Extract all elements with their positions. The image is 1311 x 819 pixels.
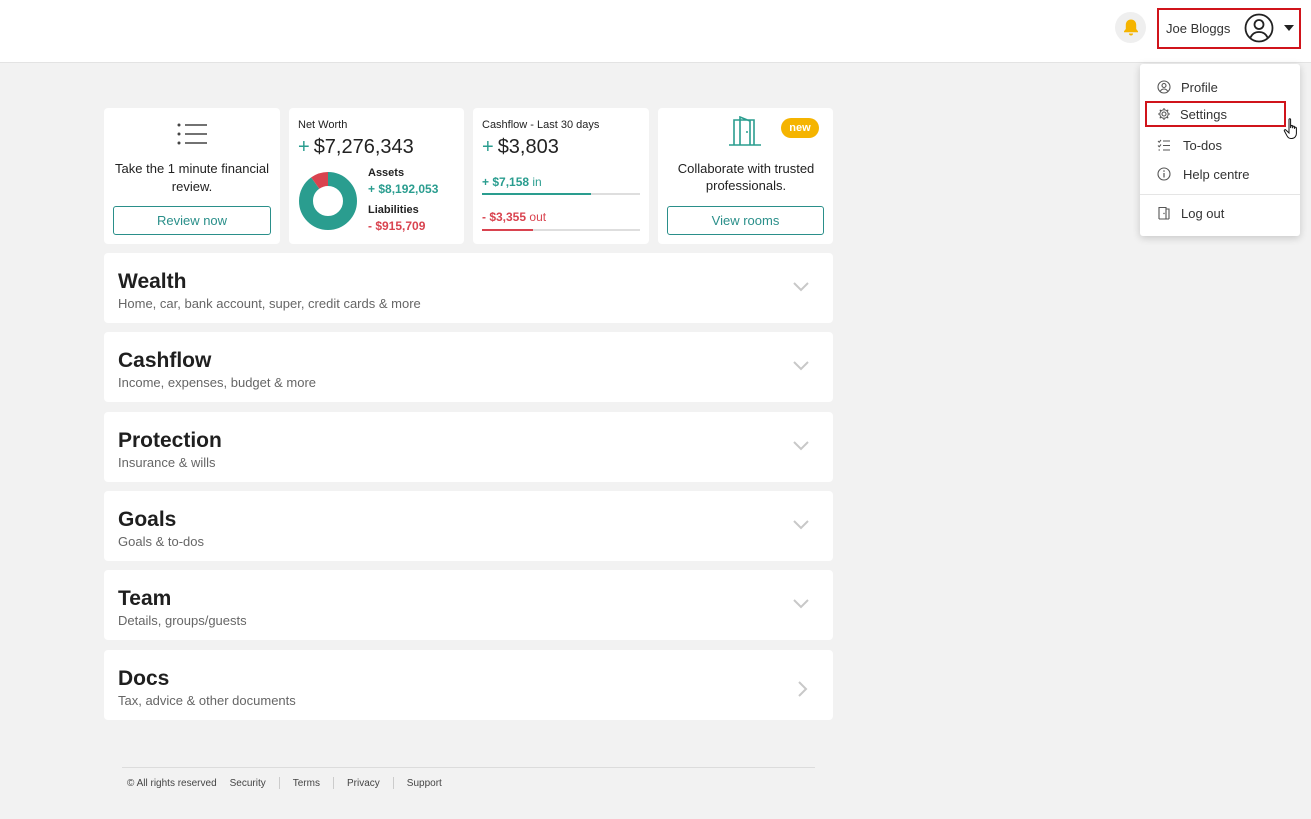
- footer-copyright: © All rights reserved: [127, 777, 217, 789]
- section-wealth[interactable]: Wealth Home, car, bank account, super, c…: [104, 253, 833, 323]
- user-dropdown-menu: Profile Settings To-dos Help centre Log …: [1140, 64, 1300, 236]
- section-subtitle: Insurance & wills: [118, 455, 216, 470]
- door-icon: [729, 116, 761, 146]
- view-rooms-button[interactable]: View rooms: [667, 206, 824, 235]
- gear-icon: [1158, 108, 1170, 120]
- review-card: Take the 1 minute financial review. Revi…: [104, 108, 280, 244]
- menu-item-label: Help centre: [1183, 167, 1250, 182]
- section-subtitle: Tax, advice & other documents: [118, 693, 296, 708]
- menu-item-profile[interactable]: Profile: [1140, 74, 1300, 100]
- footer: © All rights reserved Security Terms Pri…: [127, 777, 442, 789]
- section-subtitle: Details, groups/guests: [118, 613, 247, 628]
- footer-separator: [278, 777, 280, 789]
- menu-item-log-out[interactable]: Log out: [1140, 200, 1300, 226]
- net-worth-title: Net Worth: [298, 119, 348, 131]
- cashflow-out-value: - $3,355: [482, 210, 527, 224]
- section-team[interactable]: Team Details, groups/guests: [104, 570, 833, 640]
- section-subtitle: Goals & to-dos: [118, 534, 204, 549]
- cashflow-sign: +: [482, 136, 494, 158]
- notifications-button[interactable]: [1115, 12, 1146, 43]
- chevron-down-icon: [793, 520, 809, 530]
- cashflow-amount: $3,803: [497, 136, 559, 158]
- list-icon: [177, 123, 207, 145]
- footer-separator: [332, 777, 334, 789]
- liabilities-value: - $915,709: [368, 219, 426, 233]
- net-worth-card: Net Worth + $7,276,343 Assets + $8,192,05…: [289, 108, 464, 244]
- section-docs[interactable]: Docs Tax, advice & other documents: [104, 650, 833, 720]
- top-bar: Joe Bloggs: [0, 0, 1311, 63]
- cashflow-title: Cashflow - Last 30 days: [482, 119, 600, 131]
- review-text: Take the 1 minute financial review.: [115, 161, 269, 194]
- footer-link-support[interactable]: Support: [407, 778, 442, 789]
- rooms-card: new Collaborate with trusted professiona…: [658, 108, 833, 244]
- cashflow-in-label: in: [532, 175, 542, 189]
- net-worth-value: + $7,276,343: [298, 136, 414, 159]
- section-title: Goals: [118, 508, 177, 531]
- section-cashflow[interactable]: Cashflow Income, expenses, budget & more: [104, 332, 833, 402]
- cashflow-in-value: + $7,158: [482, 175, 530, 189]
- cashflow-in-track: [482, 193, 640, 195]
- chevron-right-icon: [798, 681, 808, 697]
- net-worth-amount: $7,276,343: [313, 136, 414, 158]
- profile-icon: [1157, 80, 1171, 94]
- net-worth-sign: +: [298, 136, 310, 158]
- section-subtitle: Home, car, bank account, super, credit c…: [118, 296, 421, 311]
- menu-item-label: Log out: [1181, 206, 1225, 221]
- info-icon: [1157, 167, 1171, 181]
- section-title: Docs: [118, 667, 170, 690]
- footer-link-terms[interactable]: Terms: [293, 778, 320, 789]
- cashflow-card: Cashflow - Last 30 days + $3,803 + $7,158…: [473, 108, 649, 244]
- footer-divider: [122, 767, 815, 768]
- chevron-down-icon: [793, 441, 809, 451]
- menu-item-help-centre[interactable]: Help centre: [1140, 161, 1300, 187]
- chevron-down-icon: [793, 599, 809, 609]
- cashflow-out-bar: [482, 229, 533, 231]
- menu-divider: [1140, 194, 1300, 195]
- user-menu-button[interactable]: Joe Bloggs: [1157, 8, 1301, 49]
- chevron-down-icon: [793, 361, 809, 371]
- section-title: Wealth: [118, 270, 187, 293]
- section-title: Team: [118, 587, 172, 610]
- section-title: Protection: [118, 429, 222, 452]
- cashflow-out-label: out: [529, 210, 547, 224]
- section-title: Cashflow: [118, 349, 212, 372]
- cashflow-out: - $3,355 out: [482, 210, 546, 224]
- assets-value: + $8,192,053: [368, 182, 439, 196]
- menu-item-label: To-dos: [1183, 138, 1223, 153]
- footer-link-privacy[interactable]: Privacy: [347, 778, 380, 789]
- door-icon: [1158, 206, 1170, 220]
- assets-label: Assets: [368, 167, 405, 179]
- menu-item-settings[interactable]: Settings: [1145, 101, 1286, 127]
- section-goals[interactable]: Goals Goals & to-dos: [104, 491, 833, 561]
- bell-icon: [1123, 19, 1138, 36]
- user-avatar-icon: [1244, 13, 1274, 43]
- user-name: Joe Bloggs: [1166, 21, 1231, 36]
- cashflow-in-bar: [482, 193, 592, 195]
- rooms-text: Collaborate with trusted professionals.: [677, 161, 815, 193]
- chevron-down-icon: [1284, 25, 1294, 31]
- new-badge: new: [781, 118, 819, 138]
- menu-item-label: Settings: [1180, 107, 1227, 122]
- chevron-down-icon: [793, 282, 809, 292]
- checklist-icon: [1157, 139, 1170, 151]
- cashflow-in: + $7,158 in: [482, 175, 542, 189]
- footer-link-security[interactable]: Security: [230, 778, 266, 789]
- net-worth-donut-chart: [299, 172, 357, 230]
- section-subtitle: Income, expenses, budget & more: [118, 375, 317, 390]
- liabilities-label: Liabilities: [368, 204, 419, 216]
- menu-item-todos[interactable]: To-dos: [1140, 132, 1300, 158]
- cashflow-value: + $3,803: [482, 136, 559, 159]
- hand-cursor-icon: [1283, 118, 1297, 139]
- menu-item-label: Profile: [1181, 80, 1218, 95]
- review-now-button[interactable]: Review now: [113, 206, 271, 235]
- section-protection[interactable]: Protection Insurance & wills: [104, 412, 833, 482]
- footer-separator: [392, 777, 394, 789]
- cashflow-out-track: [482, 229, 640, 231]
